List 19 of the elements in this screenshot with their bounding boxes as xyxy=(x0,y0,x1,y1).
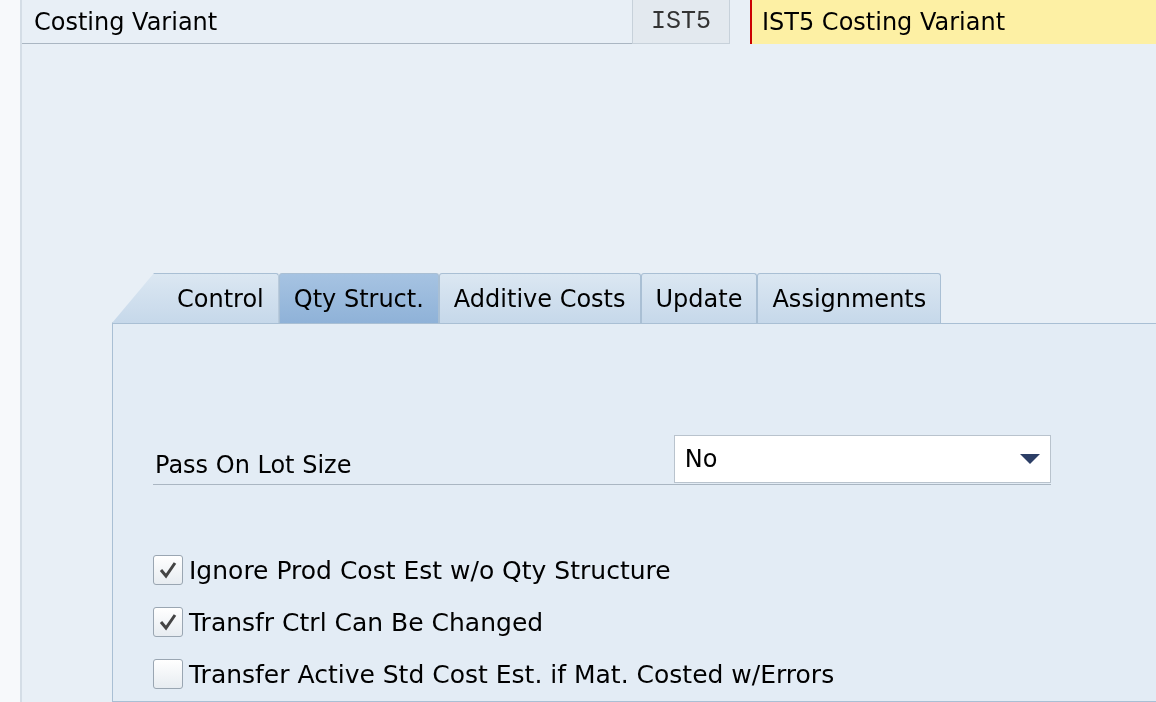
checkbox[interactable] xyxy=(153,659,183,689)
tab[interactable]: Control xyxy=(112,273,279,323)
code-field[interactable]: IST5 xyxy=(632,0,730,44)
checkmark-icon xyxy=(158,612,178,632)
field-label: Pass On Lot Size xyxy=(154,450,353,479)
description-field[interactable]: IST5 Costing Variant xyxy=(750,0,1156,44)
tab[interactable]: Qty Struct. xyxy=(278,273,439,323)
checkbox[interactable] xyxy=(153,607,183,637)
checkbox-label: Transfer Active Std Cost Est. if Mat. Costed w/Errors xyxy=(189,659,835,689)
tab[interactable]: Assignments xyxy=(757,273,942,323)
field-label: Costing Variant xyxy=(22,0,632,44)
tab[interactable]: Update xyxy=(640,273,758,323)
checkbox[interactable] xyxy=(153,555,183,585)
dropdown-icon xyxy=(1020,453,1040,465)
checkmark-icon xyxy=(158,560,178,580)
checkbox-label: Transfr Ctrl Can Be Changed xyxy=(189,607,544,637)
dropdown-field[interactable]: No xyxy=(673,435,1051,483)
tab[interactable]: Additive Costs xyxy=(438,273,641,323)
checkbox-label: Ignore Prod Cost Est w/o Qty Structure xyxy=(189,555,671,585)
